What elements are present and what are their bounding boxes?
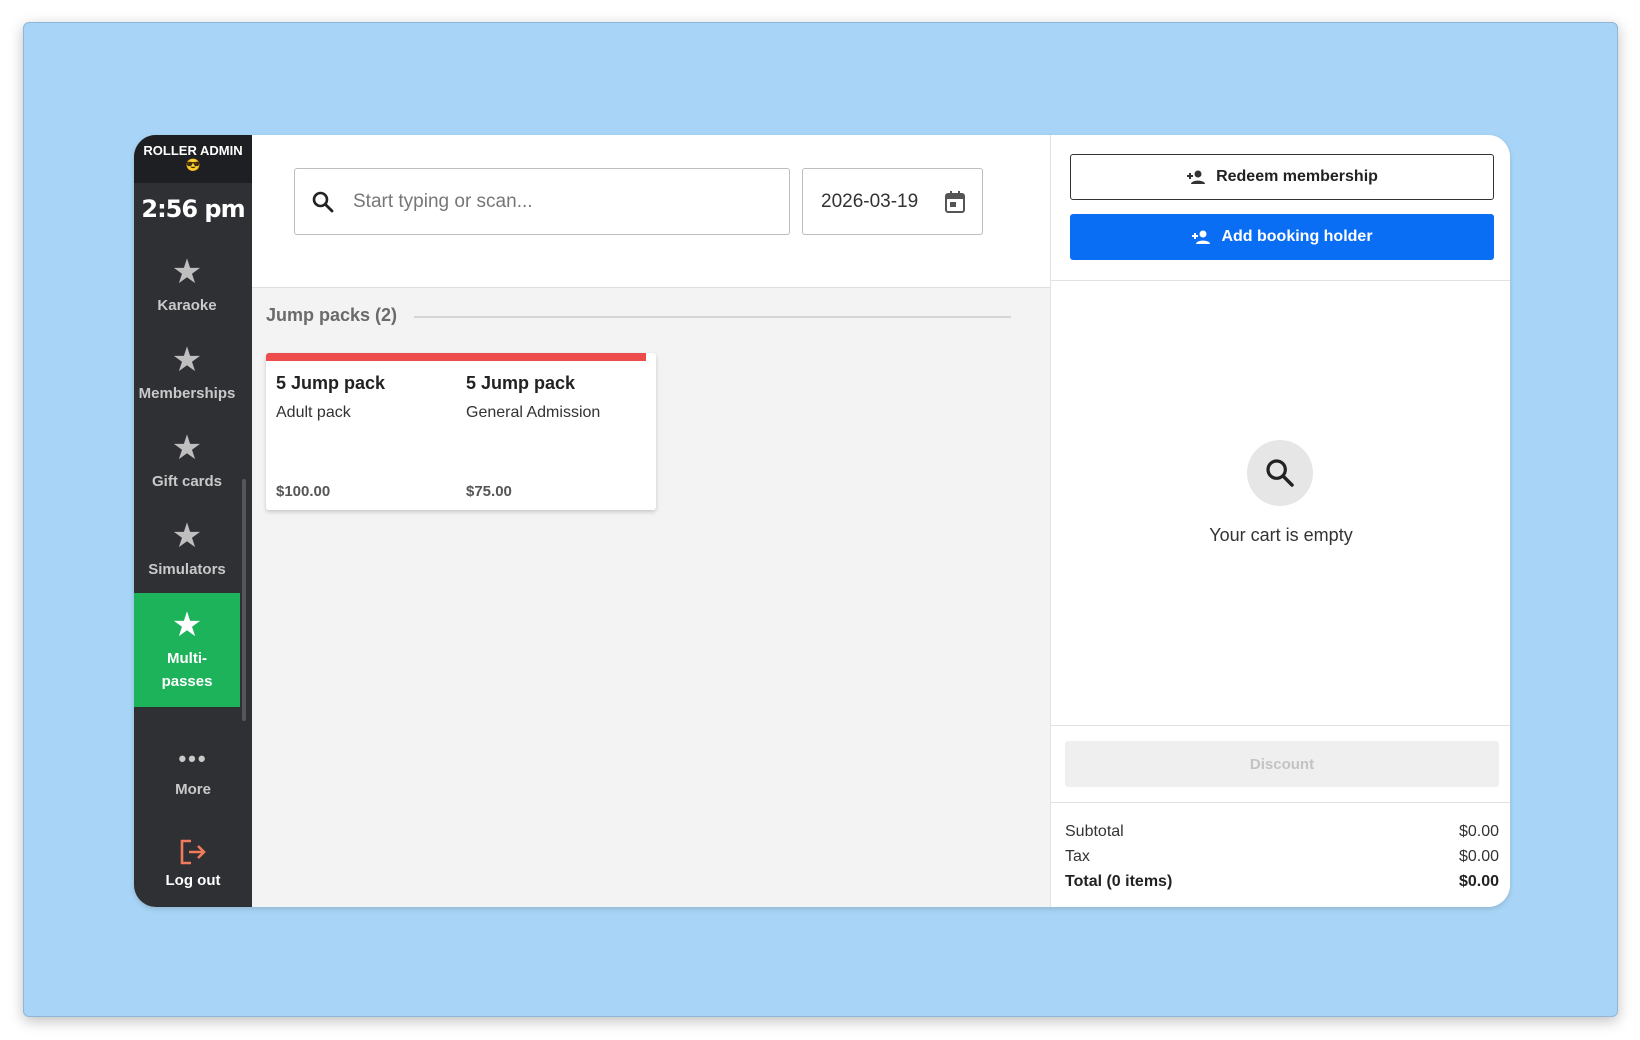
empty-cart-search-icon — [1247, 440, 1313, 506]
sidebar-item-label: Multi- passes — [162, 647, 213, 693]
sidebar: ROLLER ADMIN 😎 2:56 pm ★ Karaoke ★ Membe… — [134, 135, 252, 907]
sunglasses-emoji-icon: 😎 — [185, 158, 201, 172]
redeem-membership-label: Redeem membership — [1216, 168, 1378, 185]
logout-button[interactable]: Log out — [134, 823, 252, 903]
redeem-membership-button[interactable]: Redeem membership — [1070, 154, 1494, 200]
add-person-icon — [1187, 170, 1206, 184]
subtotal-value: $0.00 — [1458, 823, 1499, 840]
star-icon: ★ — [171, 516, 203, 555]
tax-label: Tax — [1065, 848, 1090, 865]
sidebar-more-button[interactable]: ••• More — [134, 731, 252, 815]
sidebar-item-label: Karaoke — [157, 296, 217, 314]
more-label: More — [175, 780, 211, 798]
star-icon: ★ — [171, 340, 203, 379]
sidebar-item-label: Gift cards — [151, 472, 223, 490]
pos-app-window: ROLLER ADMIN 😎 2:56 pm ★ Karaoke ★ Membe… — [134, 135, 1510, 907]
sidebar-item-gift-cards[interactable]: ★ Gift cards — [134, 415, 240, 507]
section-title: Jump packs (2) — [266, 305, 398, 325]
tax-value: $0.00 — [1458, 848, 1499, 865]
search-input[interactable] — [353, 190, 753, 213]
calendar-icon[interactable] — [944, 190, 966, 214]
empty-cart-text: Your cart is empty — [1209, 525, 1353, 545]
main-content: 2026-03-19 Jump packs (2) 5 Jump pack Ad… — [252, 135, 1050, 907]
product-name: 5 Jump pack — [466, 373, 576, 393]
cart-totals: Subtotal $0.00 Tax $0.00 Total (0 items)… — [1065, 819, 1499, 894]
add-booking-holder-label: Add booking holder — [1221, 228, 1373, 245]
discount-button[interactable]: Discount — [1065, 741, 1499, 787]
search-box[interactable] — [294, 168, 790, 235]
product-subtitle: Adult pack — [276, 404, 351, 421]
sidebar-item-label: Simulators — [148, 560, 226, 578]
add-person-icon — [1192, 230, 1211, 244]
brand-name: ROLLER ADMIN — [143, 143, 243, 158]
star-icon: ★ — [171, 252, 203, 291]
date-value: 2026-03-19 — [821, 190, 919, 212]
star-icon: ★ — [171, 428, 203, 467]
product-card[interactable]: 5 Jump pack General Admission $75.00 — [456, 353, 646, 510]
product-subtitle: General Admission — [466, 404, 601, 421]
more-dots-icon: ••• — [178, 745, 208, 771]
cart-divider — [1051, 725, 1510, 726]
subtotal-label: Subtotal — [1065, 823, 1124, 840]
sidebar-item-label: Memberships — [138, 384, 236, 402]
tax-row: Tax $0.00 — [1065, 844, 1499, 869]
sidebar-item-simulators[interactable]: ★ Simulators — [134, 503, 240, 595]
sidebar-item-multi-passes[interactable]: ★ Multi- passes — [134, 593, 240, 707]
subtotal-row: Subtotal $0.00 — [1065, 819, 1499, 844]
section-divider — [414, 316, 1011, 318]
product-card[interactable]: 5 Jump pack Adult pack $100.00 — [266, 353, 456, 510]
brand-header: ROLLER ADMIN 😎 — [134, 135, 252, 183]
star-icon: ★ — [171, 606, 203, 644]
search-icon — [1266, 459, 1294, 487]
product-name: 5 Jump pack — [276, 373, 386, 393]
sidebar-item-memberships[interactable]: ★ Memberships — [134, 327, 240, 419]
product-grid: 5 Jump pack Adult pack $100.00 5 Jump pa… — [266, 353, 656, 510]
total-label: Total (0 items) — [1065, 873, 1173, 890]
sidebar-scrollbar[interactable] — [242, 479, 246, 721]
sidebar-item-label-line2: passes — [161, 673, 213, 690]
date-picker[interactable]: 2026-03-19 — [802, 168, 983, 235]
top-bar: 2026-03-19 — [252, 135, 1050, 288]
logout-icon — [180, 839, 206, 864]
total-row: Total (0 items) $0.00 — [1065, 869, 1499, 894]
logout-label: Log out — [165, 871, 221, 889]
cart-panel: Redeem membership Add booking holder You… — [1050, 135, 1510, 907]
add-booking-holder-button[interactable]: Add booking holder — [1070, 214, 1494, 260]
search-icon — [312, 191, 334, 212]
total-value: $0.00 — [1458, 873, 1499, 890]
clock: 2:56 pm — [141, 195, 245, 223]
product-price: $75.00 — [466, 483, 512, 500]
sidebar-item-karaoke[interactable]: ★ Karaoke — [134, 239, 240, 331]
cart-divider — [1051, 280, 1510, 281]
product-price: $100.00 — [276, 483, 331, 500]
sidebar-item-label-line1: Multi- — [167, 650, 207, 667]
cart-divider — [1051, 802, 1510, 803]
